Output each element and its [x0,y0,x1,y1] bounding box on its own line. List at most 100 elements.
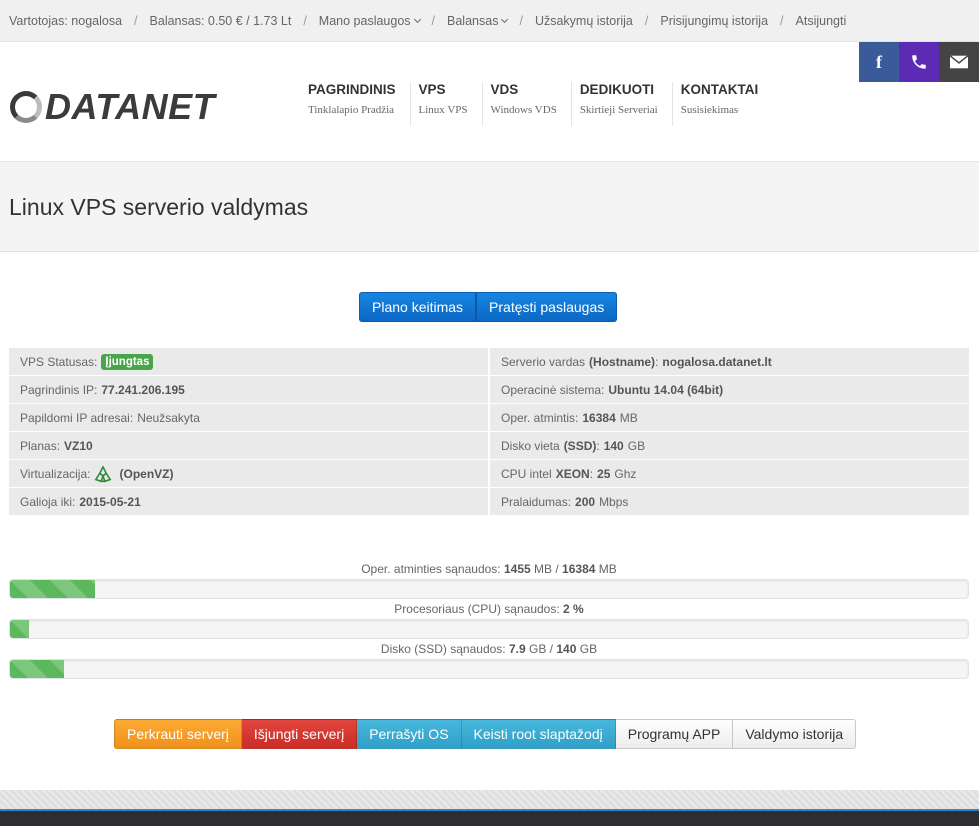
hostname-label: Serverio vardas [501,354,586,369]
extra-ip-value: Neužsakyta [137,410,200,425]
facebook-icon: f [876,51,882,72]
vps-info-left: VPS Statusas: Įjungtas Pagrindinis IP: 7… [9,348,488,516]
valid-until-value: 2015-05-21 [79,494,141,509]
social-buttons: f [859,42,979,82]
status-label: VPS Statusas: [20,354,98,369]
hostname-value: nogalosa.datanet.lt [662,354,772,369]
info-row-bandwidth: Pralaidumas: 200 Mbps [490,488,969,516]
ram-usage-unit: MB / [534,562,559,576]
virtualization-label: Virtualizacija: [20,466,91,481]
nav-item-dedicated[interactable]: Dedikuoti Skirtieji Serveriai [572,82,673,126]
nav-item-vds[interactable]: VDS Windows VDS [483,82,572,126]
info-row-extra-ip: Papildomi IP adresai: Neužsakyta [9,404,488,432]
shutdown-server-button[interactable]: Išjungti serverį [241,719,358,749]
logo-ring-icon [10,91,42,123]
cpu-usage-text: Procesoriaus (CPU) sąnaudos: [394,602,560,616]
ram-value: 16384 [582,410,616,425]
main-ip-label: Pagrindinis IP: [20,382,98,397]
nav-title: Pagrindinis [308,82,396,97]
control-history-button[interactable]: Valdymo istorija [733,719,857,749]
nav-item-home[interactable]: Pagrindinis Tinklalapio Pradžia [300,82,411,126]
plan-label: Planas: [20,438,61,453]
server-actions: Perkrauti serverį Išjungti serverį Perra… [114,719,857,749]
balance-menu-label: Balansas [447,13,499,28]
login-history-link[interactable]: Prisijungimų istorija [660,14,768,28]
separator: / [519,13,523,28]
balance-display: Balansas: 0.50 € / 1.73 Lt [149,13,292,28]
change-plan-button[interactable]: Plano keitimas [359,292,477,322]
disk-label: Disko vieta [501,438,560,453]
info-row-hostname: Serverio vardas (Hostname): nogalosa.dat… [490,348,969,376]
extend-services-button[interactable]: Pratęsti paslaugas [476,292,618,322]
datanet-logo[interactable]: DATANET [10,86,215,128]
cpu-label: CPU intel [501,466,552,481]
vps-info-right: Serverio vardas (Hostname): nogalosa.dat… [490,348,969,516]
ram-usage-used: 1455 [503,562,531,576]
disk-unit: GB [627,438,646,453]
reboot-server-button[interactable]: Perkrauti serverį [114,719,242,749]
extra-ip-label: Papildomi IP adresai: [20,410,134,425]
nav-title: VDS [490,82,519,97]
ram-usage-bar [9,579,969,599]
account-bar: Vartotojas: nogalosa / Balansas: 0.50 € … [0,0,979,42]
disk-usage-total: 140 [556,642,577,656]
plan-actions: Plano keitimas Pratęsti paslaugas [359,292,618,322]
os-value: Ubuntu 14.04 (64bit) [608,382,724,397]
valid-until-label: Galioja iki: [20,494,76,509]
mail-icon [950,55,968,69]
cpu-usage-label: Procesoriaus (CPU) sąnaudos: 2 % [9,602,969,616]
separator: / [431,13,436,28]
disk-usage-fill [10,660,64,678]
disk-usage-bar [9,659,969,679]
ram-usage-text: Oper. atminties sąnaudos: [361,562,501,576]
change-root-password-button[interactable]: Keisti root slaptažodį [461,719,616,749]
chevron-down-icon [413,15,421,23]
separator: / [134,13,138,28]
logout-link[interactable]: Atsijungti [796,14,847,28]
info-row-status: VPS Statusas: Įjungtas [9,348,488,376]
facebook-button[interactable]: f [859,42,899,82]
nav-subtitle: Susisiekimas [680,104,739,116]
phone-button[interactable] [899,42,939,82]
phone-icon [912,55,926,69]
order-history-link[interactable]: Užsakymų istorija [535,14,633,28]
page-title: Linux VPS serverio valdymas [9,194,309,220]
info-row-disk: Disko vieta (SSD): 140 GB [490,432,969,460]
chevron-down-icon [501,15,509,23]
nav-subtitle: Tinklalapio Pradžia [308,104,395,116]
nav-item-vps[interactable]: VPS Linux VPS [411,82,483,126]
bandwidth-value: 200 [575,494,596,509]
reinstall-os-button[interactable]: Perrašyti OS [357,719,462,749]
cpu-value: 25 [597,466,611,481]
ram-unit: MB [619,410,638,425]
os-label: Operacinė sistema: [501,382,605,397]
page-title-band: Linux VPS serverio valdymas [0,162,979,252]
nav-title: VPS [418,82,446,97]
cpu-usage-bar [9,619,969,639]
info-row-ram: Oper. atmintis: 16384 MB [490,404,969,432]
balance-menu[interactable]: Balansas [447,13,509,28]
nav-item-contacts[interactable]: Kontaktai Susisiekimas [673,82,773,126]
apps-button[interactable]: Programų APP [615,719,734,749]
separator: / [303,13,307,28]
info-row-main-ip: Pagrindinis IP: 77.241.206.195 [9,376,488,404]
disk-usage-label: Disko (SSD) sąnaudos: 7.9 GB / 140 GB [9,642,969,656]
separator: / [644,13,649,28]
info-row-cpu: CPU intel XEON: 25 Ghz [490,460,969,488]
hostname-key: (Hostname) [589,354,656,369]
nav-subtitle: Linux VPS [418,104,468,116]
info-row-os: Operacinė sistema: Ubuntu 14.04 (64bit) [490,376,969,404]
cpu-usage-value: 2 % [563,602,584,616]
mail-button[interactable] [939,42,979,82]
footer [0,811,979,826]
nav-title: Dedikuoti [579,82,655,97]
cpu-usage-fill [10,620,30,638]
logo-text: DATANET [45,86,216,127]
virtualization-value: (OpenVZ) [119,466,174,481]
info-row-plan: Planas: VZ10 [9,432,488,460]
current-user: Vartotojas: nogalosa [9,13,123,28]
ram-usage-fill [10,580,96,598]
ram-label: Oper. atmintis: [501,410,579,425]
cpu-unit: Ghz [614,466,637,481]
my-services-menu[interactable]: Mano paslaugos [319,14,421,28]
